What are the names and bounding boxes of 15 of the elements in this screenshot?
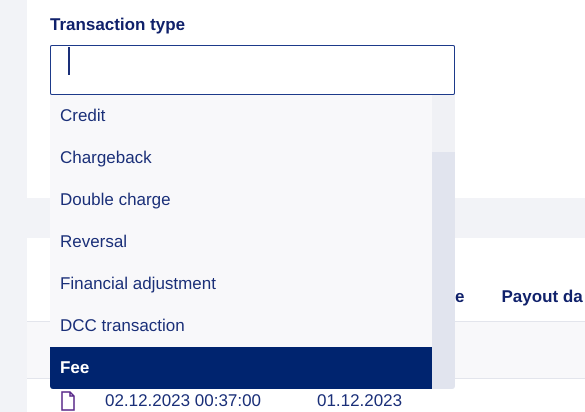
dropdown-option[interactable]: Double charge <box>50 179 432 221</box>
table-cell: 01.12.2023 <box>316 391 402 411</box>
column-header: e <box>455 287 464 307</box>
dropdown-option[interactable]: Fee <box>50 347 432 389</box>
transaction-type-field[interactable] <box>50 45 455 95</box>
dropdown-option[interactable]: Reversal <box>50 221 432 263</box>
dropdown-option[interactable]: Financial adjustment <box>50 263 432 305</box>
scrollbar[interactable] <box>432 95 455 389</box>
dropdown-option[interactable]: Credit <box>50 95 432 137</box>
column-header: Payout da <box>501 287 583 307</box>
dropdown-option[interactable]: DCC transaction <box>50 305 432 347</box>
document-icon[interactable] <box>60 391 76 411</box>
field-label: Transaction type <box>50 15 186 36</box>
table-cell: 02.12.2023 00:37:00 <box>105 391 261 411</box>
dropdown-option[interactable]: Chargeback <box>50 137 432 179</box>
